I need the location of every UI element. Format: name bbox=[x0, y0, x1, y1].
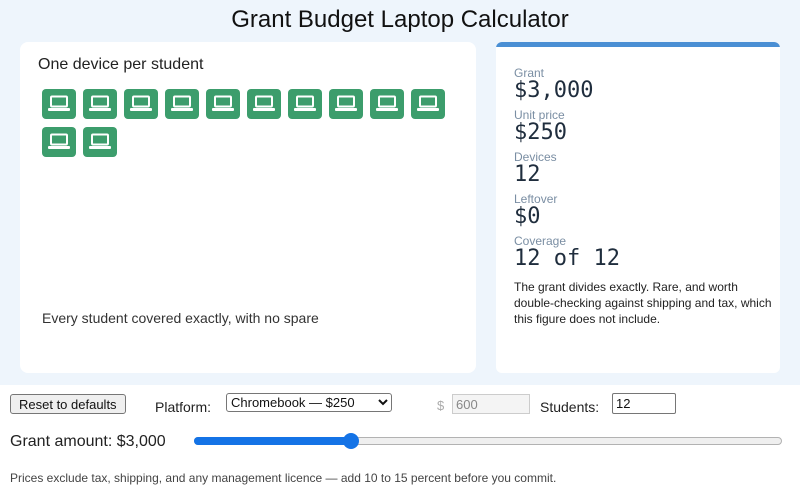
device-panel-heading: One device per student bbox=[38, 56, 204, 73]
students-input[interactable] bbox=[612, 393, 676, 414]
device-tile bbox=[370, 89, 404, 119]
grant-slider-thumb[interactable] bbox=[343, 433, 360, 449]
laptop-icon bbox=[171, 95, 193, 111]
laptop-icon bbox=[417, 95, 439, 111]
reset-button[interactable]: Reset to defaults bbox=[10, 394, 126, 414]
grant-slider-fill bbox=[194, 437, 352, 445]
device-tile bbox=[411, 89, 445, 119]
platform-select[interactable]: Chromebook — $250 bbox=[226, 393, 392, 412]
custom-price-input[interactable] bbox=[452, 394, 530, 414]
stats-panel: Grant $3,000 Unit price $250 Devices 12 … bbox=[496, 42, 780, 373]
grant-amount-label: Grant amount: $3,000 bbox=[10, 433, 166, 450]
devices-value: 12 bbox=[514, 162, 541, 187]
grant-slider[interactable] bbox=[194, 433, 782, 449]
price-prefix: $ bbox=[437, 398, 445, 413]
laptop-icon bbox=[376, 95, 398, 111]
laptop-icon bbox=[48, 133, 70, 149]
device-tile bbox=[206, 89, 240, 119]
unit-price-value: $250 bbox=[514, 120, 567, 145]
controls-bar: Reset to defaults Platform: Chromebook —… bbox=[0, 385, 800, 500]
device-tile bbox=[288, 89, 322, 119]
students-label: Students: bbox=[540, 399, 600, 415]
laptop-icon bbox=[212, 95, 234, 111]
device-tile bbox=[83, 127, 117, 157]
laptop-icon bbox=[253, 95, 275, 111]
page-title: Grant Budget Laptop Calculator bbox=[231, 6, 569, 33]
device-tile bbox=[165, 89, 199, 119]
footnote: Prices exclude tax, shipping, and any ma… bbox=[10, 471, 557, 485]
coverage-value: 12 of 12 bbox=[514, 246, 620, 271]
platform-label: Platform: bbox=[155, 399, 212, 415]
device-tile bbox=[247, 89, 281, 119]
laptop-icon bbox=[48, 95, 70, 111]
stats-description: The grant divides exactly. Rare, and wor… bbox=[514, 280, 772, 326]
leftover-value: $0 bbox=[514, 204, 541, 229]
device-panel: One device per student Every student cov… bbox=[20, 42, 476, 373]
grant-value: $3,000 bbox=[514, 78, 594, 103]
stats-accent-bar bbox=[496, 42, 780, 47]
device-tile bbox=[83, 89, 117, 119]
laptop-icon bbox=[89, 95, 111, 111]
laptop-icon bbox=[130, 95, 152, 111]
laptop-icon bbox=[89, 133, 111, 149]
device-tile bbox=[124, 89, 158, 119]
device-tile bbox=[329, 89, 363, 119]
laptop-icon bbox=[335, 95, 357, 111]
device-tile bbox=[42, 127, 76, 157]
laptop-icon bbox=[294, 95, 316, 111]
device-tile bbox=[42, 89, 76, 119]
coverage-note: Every student covered exactly, with no s… bbox=[42, 310, 319, 326]
